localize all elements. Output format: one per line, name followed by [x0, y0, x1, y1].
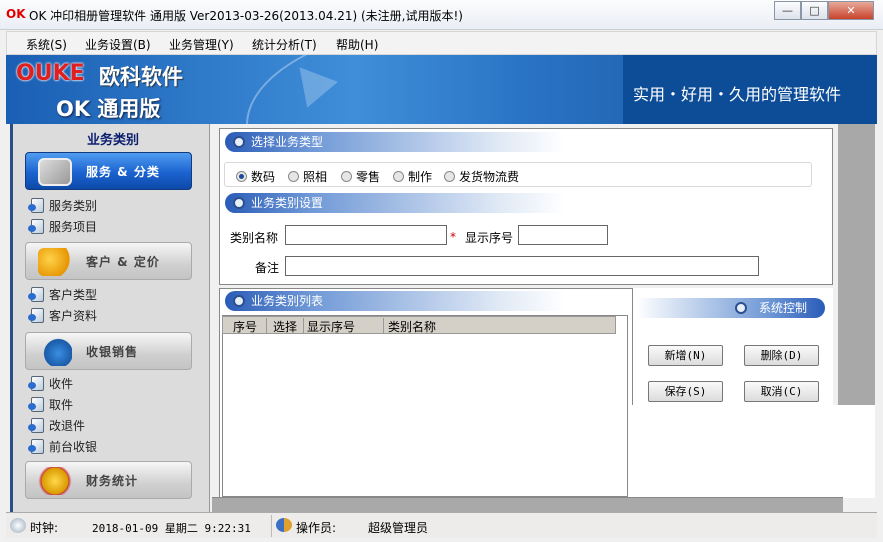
bullet-icon [233, 136, 245, 148]
grid-header: 序号 选择 显示序号 类别名称 [222, 316, 616, 334]
category-grid[interactable] [222, 315, 628, 497]
document-icon [28, 418, 44, 433]
operator-label: 操作员: [296, 521, 337, 535]
business-type-radio-group: 数码 照相 零售 制作 发货物流费 [224, 162, 812, 187]
radio-icon [288, 171, 299, 182]
category-name-input[interactable] [285, 225, 447, 245]
document-icon [28, 397, 44, 412]
clock-label: 时钟: [30, 521, 59, 535]
edition-label: OK 通用版 [56, 97, 161, 121]
sidebar-item-service-items[interactable]: 服务项目 [28, 218, 97, 235]
banner: OUKE 欧科软件 OK 通用版 实用・好用・久用的管理软件 [6, 55, 877, 124]
globe-search-icon [38, 338, 72, 366]
nav-finance-stats[interactable]: 财务统计 [25, 461, 192, 499]
sidebar-item-customer-info[interactable]: 客户资料 [28, 307, 97, 324]
document-icon [28, 198, 44, 213]
right-gray-strip [838, 124, 875, 405]
column-header-display-order[interactable]: 显示序号 [304, 318, 384, 334]
sidebar-item-return[interactable]: 改退件 [28, 417, 85, 434]
radio-shipping-fee[interactable]: 发货物流费 [444, 168, 519, 185]
column-header-index[interactable]: 序号 [223, 318, 267, 334]
window-title: OK 冲印相册管理软件 通用版 Ver2013-03-26(2013.04.21… [29, 9, 463, 23]
document-icon [28, 376, 44, 391]
section-header-settings: 业务类别设置 [225, 193, 565, 213]
sidebar: 业务类别 服务 & 分类 服务类别 服务项目 客户 & 定价 客户类型 客户资料… [10, 124, 210, 512]
radio-checked-icon [236, 171, 247, 182]
service-box-icon [38, 158, 72, 186]
display-order-input[interactable] [518, 225, 608, 245]
menu-help[interactable]: 帮助(H) [336, 36, 378, 53]
app-logo-icon: OK [6, 7, 26, 21]
radio-retail[interactable]: 零售 [341, 168, 380, 185]
sidebar-item-front-cashier[interactable]: 前台收银 [28, 438, 97, 455]
bullet-icon [735, 302, 747, 314]
brand-name: 欧科软件 [99, 65, 183, 89]
radio-icon [444, 171, 455, 182]
document-icon [28, 308, 44, 323]
section-header-select-type: 选择业务类型 [225, 132, 565, 152]
section-header-control: 系统控制 [637, 298, 825, 318]
slogan: 实用・好用・久用的管理软件 [633, 85, 842, 104]
delete-button[interactable]: 删除(D) [744, 345, 819, 366]
operator-value: 超级管理员 [368, 521, 429, 535]
clock-icon [10, 518, 26, 533]
status-bar: 时钟: 2018-01-09 星期二 9:22:31 操作员: 超级管理员 [6, 512, 877, 538]
cancel-button[interactable]: 取消(C) [744, 381, 819, 402]
radio-digital[interactable]: 数码 [236, 168, 275, 185]
nav-customer-pricing[interactable]: 客户 & 定价 [25, 242, 192, 280]
title-bar: OK OK 冲印相册管理软件 通用版 Ver2013-03-26(2013.04… [0, 0, 883, 30]
sidebar-item-receive[interactable]: 收件 [28, 375, 73, 392]
save-button[interactable]: 保存(S) [648, 381, 723, 402]
document-icon [28, 287, 44, 302]
radio-photo[interactable]: 照相 [288, 168, 327, 185]
document-icon [28, 439, 44, 454]
category-name-label: 类别名称 [230, 231, 279, 245]
sidebar-item-pickup[interactable]: 取件 [28, 396, 73, 413]
customers-icon [38, 248, 72, 276]
section-header-list: 业务类别列表 [225, 291, 565, 311]
add-button[interactable]: 新增(N) [648, 345, 723, 366]
document-icon [28, 219, 44, 234]
column-header-select[interactable]: 选择 [267, 318, 304, 334]
minimize-button[interactable]: — [774, 1, 801, 20]
users-icon [276, 518, 292, 532]
menu-statistics[interactable]: 统计分析(T) [252, 36, 317, 53]
column-header-category-name[interactable]: 类别名称 [384, 318, 616, 334]
close-button[interactable]: ✕ [828, 1, 874, 20]
sidebar-item-customer-type[interactable]: 客户类型 [28, 286, 97, 303]
blank-area [632, 405, 875, 498]
note-input[interactable] [285, 256, 759, 276]
menu-business-settings[interactable]: 业务设置(B) [85, 36, 151, 53]
note-label: 备注 [255, 261, 280, 275]
status-divider [271, 515, 272, 537]
required-mark: * [450, 230, 456, 244]
radio-icon [341, 171, 352, 182]
nav-cashier-sales[interactable]: 收银销售 [25, 332, 192, 370]
horizontal-scrollbar[interactable] [212, 497, 843, 512]
nav-service-category[interactable]: 服务 & 分类 [25, 152, 192, 190]
bullet-icon [233, 295, 245, 307]
sidebar-title: 业务类别 [86, 133, 139, 148]
display-order-label: 显示序号 [465, 231, 514, 245]
brand-logo: OUKE [16, 61, 85, 86]
maximize-button[interactable]: □ [801, 1, 828, 20]
sidebar-item-service-category[interactable]: 服务类别 [28, 197, 97, 214]
clock-value: 2018-01-09 星期二 9:22:31 [92, 522, 251, 535]
menu-bar: 系统(S) 业务设置(B) 业务管理(Y) 统计分析(T) 帮助(H) [6, 31, 877, 55]
coins-icon [38, 467, 72, 495]
menu-business-management[interactable]: 业务管理(Y) [169, 36, 234, 53]
radio-production[interactable]: 制作 [393, 168, 432, 185]
radio-icon [393, 171, 404, 182]
menu-system[interactable]: 系统(S) [26, 36, 67, 53]
bullet-icon [233, 197, 245, 209]
